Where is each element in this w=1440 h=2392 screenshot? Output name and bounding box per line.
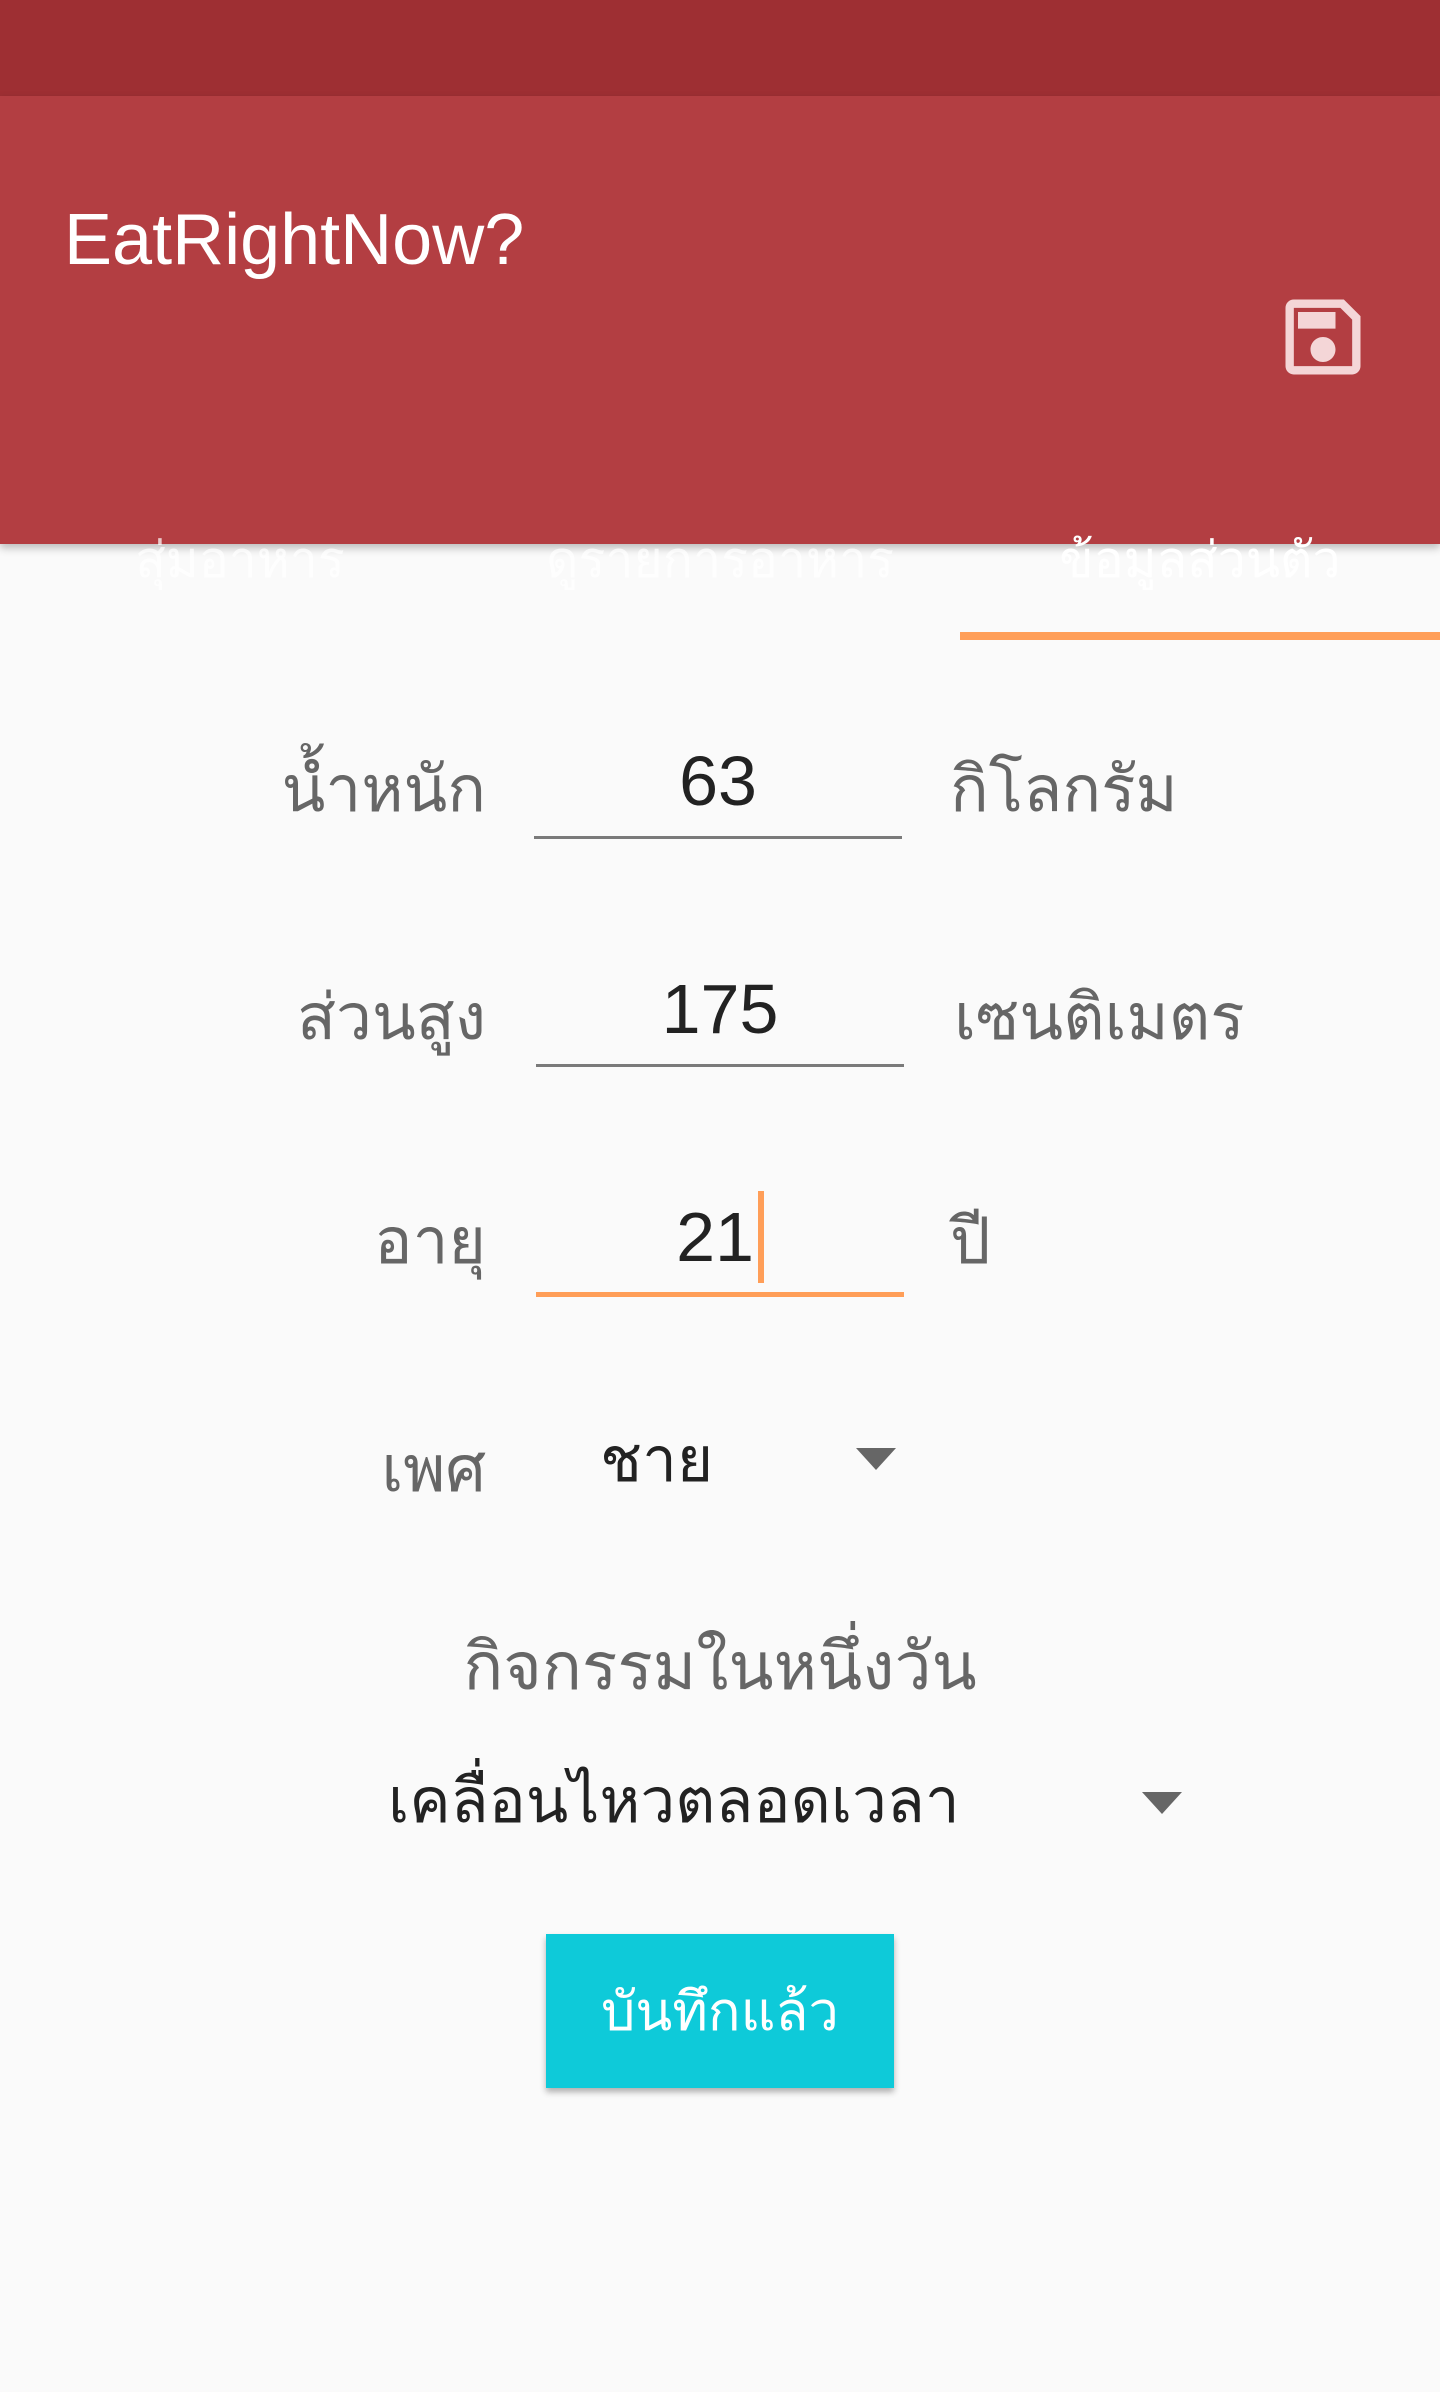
gender-selected: ชาย (600, 1423, 714, 1496)
tab-label: สุ่มอาหาร (135, 530, 345, 589)
status-bar (0, 0, 1440, 96)
age-label: อายุ (374, 1205, 486, 1279)
tab-bar: สุ่มอาหาร ดูรายการอาหาร ข้อมูลส่วนตัว (0, 480, 1440, 640)
age-unit: ปี (950, 1205, 991, 1279)
tab-label: ข้อมูลส่วนตัว (1059, 530, 1341, 589)
chevron-down-icon (856, 1448, 896, 1470)
tab-random-food[interactable]: สุ่มอาหาร (0, 480, 480, 640)
activity-label: กิจกรรมในหนึ่งวัน (463, 1628, 977, 1705)
weight-input[interactable]: 63 (534, 726, 902, 839)
app-title: EatRightNow? (64, 200, 525, 280)
weight-value: 63 (679, 742, 757, 820)
floppy-disk-icon (1285, 299, 1361, 375)
text-cursor (757, 1191, 764, 1283)
gender-label: เพศ (381, 1433, 486, 1507)
save-action-button[interactable] (1268, 282, 1378, 392)
height-value: 175 (661, 970, 779, 1048)
app-bar: EatRightNow? สุ่มอาหาร ดูรายการอาหาร ข้อ… (0, 96, 1440, 640)
tab-label: ดูรายการอาหาร (546, 530, 894, 589)
tab-indicator (960, 632, 1440, 640)
activity-dropdown[interactable]: เคลื่อนไหวตลอดเวลา (388, 1746, 1188, 1856)
height-unit: เซนติเมตร (954, 981, 1245, 1055)
age-input[interactable]: 21 (536, 1182, 904, 1297)
tab-food-list[interactable]: ดูรายการอาหาร (480, 480, 960, 640)
save-button[interactable]: บันทึกแล้ว (546, 1934, 894, 2088)
weight-label: น้ำหนัก (281, 753, 486, 827)
height-input[interactable]: 175 (536, 954, 904, 1067)
chevron-down-icon (1142, 1792, 1182, 1814)
gender-dropdown[interactable]: ชาย (600, 1410, 920, 1510)
age-value: 21 (676, 1198, 754, 1276)
weight-unit: กิโลกรัม (950, 753, 1178, 827)
activity-selected: เคลื่อนไหวตลอดเวลา (388, 1764, 960, 1837)
height-label: ส่วนสูง (296, 981, 486, 1055)
tab-personal-info[interactable]: ข้อมูลส่วนตัว (960, 480, 1440, 640)
